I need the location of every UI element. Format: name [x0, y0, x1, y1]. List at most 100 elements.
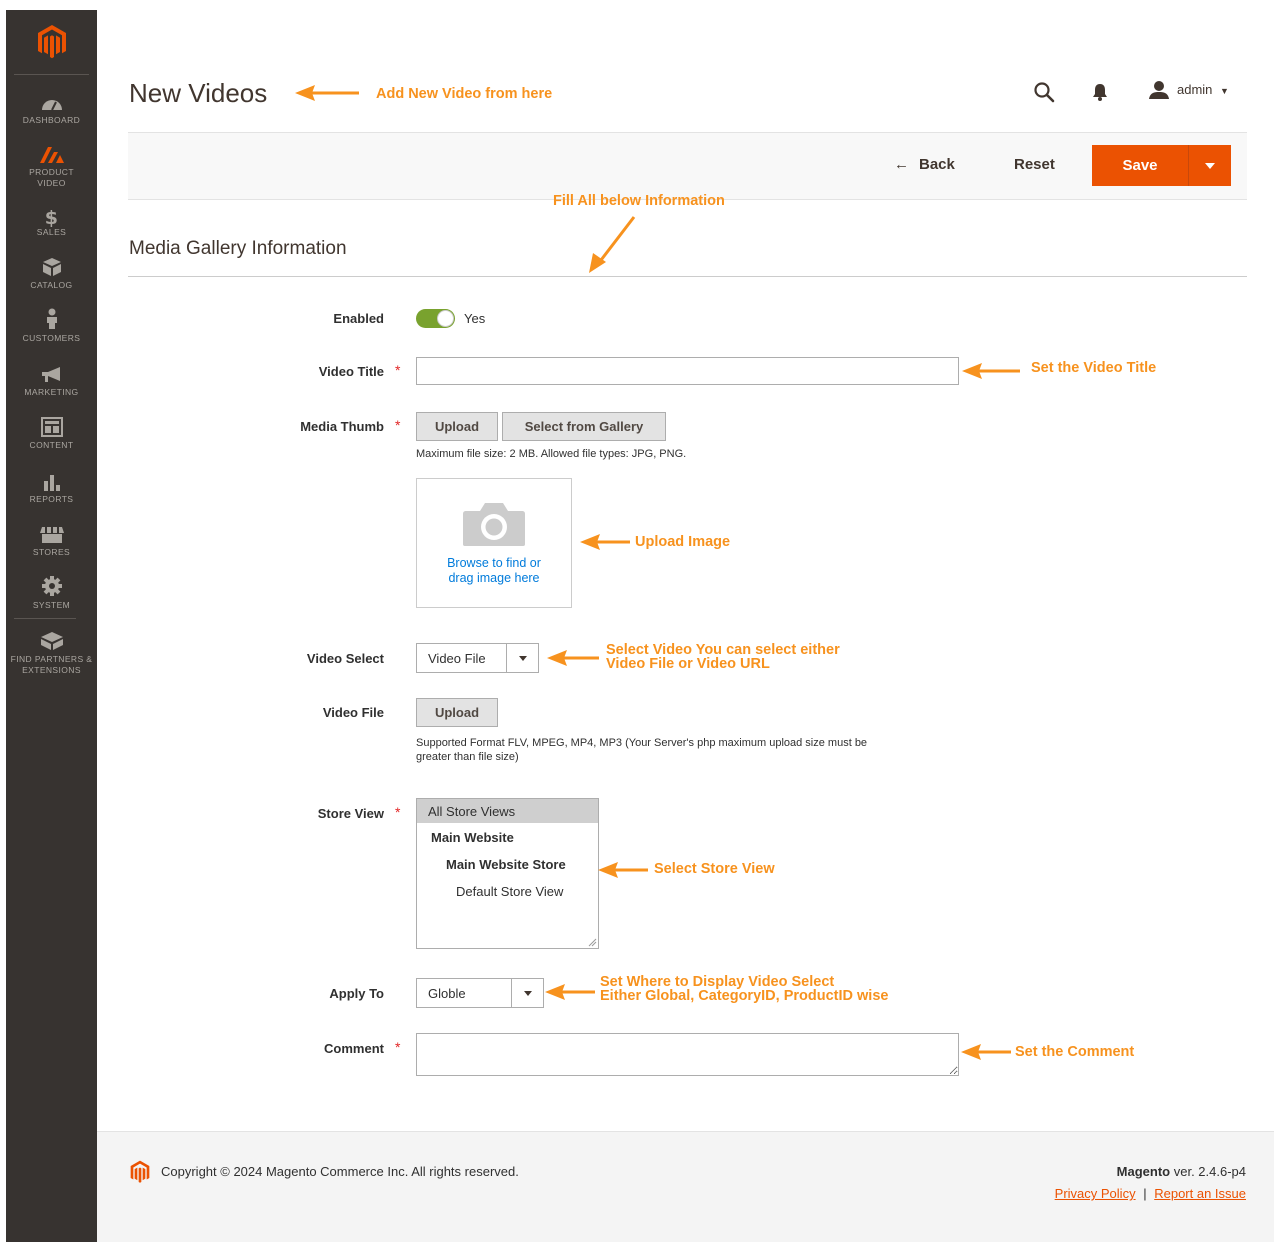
user-icon[interactable]	[1148, 80, 1170, 100]
sidebar-divider	[14, 618, 76, 619]
annotation-arrow-icon	[545, 984, 595, 1000]
magento-footer-logo-icon	[130, 1160, 150, 1183]
person-icon	[45, 306, 59, 330]
thumb-note: Maximum file size: 2 MB. Allowed file ty…	[416, 448, 687, 460]
bell-icon[interactable]	[1091, 82, 1109, 102]
resize-handle-icon[interactable]	[587, 937, 597, 947]
annotation-arrow-icon	[961, 1044, 1011, 1060]
store-option-default[interactable]: Default Store View	[456, 884, 563, 899]
magento-logo-icon	[37, 25, 66, 59]
sidebar-item-system[interactable]: SYSTEM	[6, 573, 97, 611]
sidebar-item-label: CUSTOMERS	[22, 333, 81, 343]
sidebar-item-stores[interactable]: STORES	[6, 520, 97, 558]
sidebar-item-label: MARKETING	[24, 387, 79, 397]
back-button[interactable]: ← Back	[894, 156, 955, 173]
report-issue-link[interactable]: Report an Issue	[1154, 1186, 1246, 1201]
annotation-select-store: Select Store View	[654, 861, 775, 877]
browse-line-1: Browse to find or	[447, 556, 541, 570]
video-upload-button[interactable]: Upload	[416, 698, 498, 727]
toggle-knob	[437, 310, 454, 327]
sidebar-item-label: FIND PARTNERS & EXTENSIONS	[10, 654, 93, 675]
search-icon[interactable]	[1033, 81, 1055, 103]
media-thumb-label: Media Thumb	[300, 419, 384, 434]
annotation-select-video-2: Video File or Video URL	[606, 656, 770, 672]
annotation-apply-to-1: Set Where to Display Video Select	[600, 974, 835, 990]
apply-to-label: Apply To	[329, 986, 384, 1001]
store-icon	[39, 520, 65, 544]
save-button[interactable]: Save	[1092, 145, 1188, 186]
store-view-label: Store View	[317, 806, 384, 821]
comment-label: Comment	[324, 1041, 384, 1056]
sidebar-item-marketing[interactable]: MARKETING	[6, 360, 97, 398]
sidebar-item-label: SYSTEM	[32, 600, 71, 610]
footer-version-number: ver. 2.4.6-p4	[1170, 1164, 1246, 1179]
select-from-gallery-button[interactable]: Select from Gallery	[502, 412, 666, 441]
annotation-set-comment: Set the Comment	[1015, 1044, 1135, 1060]
reset-button[interactable]: Reset	[1014, 156, 1055, 173]
enabled-value: Yes	[464, 311, 486, 326]
bar-chart-icon	[42, 467, 62, 491]
save-split-toggle[interactable]	[1188, 145, 1231, 186]
enabled-label: Enabled	[333, 311, 384, 326]
sidebar-item-label: PRODUCT VIDEO	[29, 167, 74, 188]
annotation-select-video-1: Select Video You can select either	[606, 642, 840, 658]
store-view-multiselect[interactable]: All Store Views Main Website Main Websit…	[416, 798, 599, 949]
annotation-arrow-icon	[589, 216, 636, 273]
caret-down-icon: ▼	[1220, 86, 1229, 96]
dashboard-icon	[41, 88, 63, 112]
back-label: Back	[919, 156, 955, 173]
dollar-icon: $	[44, 207, 59, 229]
box-icon	[42, 253, 62, 277]
sidebar-item-find-partners-extensions[interactable]: FIND PARTNERS & EXTENSIONS	[6, 627, 97, 676]
required-mark: *	[395, 362, 401, 378]
arrow-left-icon: ←	[894, 156, 909, 173]
sidebar-item-reports[interactable]: REPORTS	[6, 467, 97, 505]
section-divider	[128, 276, 1247, 277]
sidebar-item-dashboard[interactable]: DASHBOARD	[6, 88, 97, 126]
sidebar-item-label: DASHBOARD	[22, 115, 81, 125]
layout-icon	[40, 413, 63, 437]
sidebar-item-content[interactable]: CONTENT	[6, 413, 97, 451]
comment-textarea[interactable]	[416, 1033, 959, 1076]
sidebar-item-sales[interactable]: $ SALES	[6, 200, 97, 238]
required-mark: *	[395, 1039, 401, 1055]
sidebar-item-customers[interactable]: CUSTOMERS	[6, 306, 97, 344]
store-option-website: Main Website	[431, 830, 514, 845]
footer-links: Privacy Policy | Report an Issue	[1055, 1186, 1246, 1201]
sidebar-item-catalog[interactable]: CATALOG	[6, 253, 97, 291]
store-option-all[interactable]: All Store Views	[428, 804, 515, 819]
annotation-arrow-icon	[580, 534, 630, 550]
sidebar-item-label: CONTENT	[29, 440, 74, 450]
enabled-toggle[interactable]	[416, 309, 455, 328]
page-title: New Videos	[129, 78, 268, 108]
thumb-upload-button[interactable]: Upload	[416, 412, 498, 441]
video-title-label: Video Title	[318, 364, 384, 379]
sidebar-item-label: SALES	[36, 227, 67, 237]
required-mark: *	[395, 417, 401, 433]
video-select-dropdown[interactable]: Video File	[416, 643, 539, 673]
browse-line-2: drag image here	[448, 571, 540, 585]
sidebar-item-label: STORES	[32, 547, 71, 557]
product-video-icon	[38, 140, 66, 164]
footer-version: Magento ver. 2.4.6-p4	[1117, 1164, 1246, 1179]
sidebar-item-product-video[interactable]: PRODUCT VIDEO	[6, 140, 97, 189]
store-option-store: Main Website Store	[446, 857, 566, 872]
gear-icon	[41, 573, 63, 597]
magento-logo[interactable]	[14, 10, 89, 75]
sidebar-item-label: CATALOG	[30, 280, 73, 290]
video-title-input[interactable]	[416, 357, 959, 385]
page-actions-bar	[128, 132, 1247, 200]
admin-menu[interactable]: admin ▼	[1177, 82, 1229, 97]
annotation-arrow-icon	[547, 650, 599, 666]
browse-text[interactable]: Browse to find or drag image here	[417, 556, 571, 586]
video-note-line-2: greater than file size)	[416, 751, 519, 763]
annotation-upload-image: Upload Image	[635, 534, 731, 550]
camera-icon	[463, 503, 525, 546]
privacy-policy-link[interactable]: Privacy Policy	[1055, 1186, 1136, 1201]
image-dropzone[interactable]: Browse to find or drag image here	[416, 478, 572, 608]
apply-to-dropdown[interactable]: Globle	[416, 978, 544, 1008]
megaphone-icon	[40, 360, 64, 384]
video-note-line-1: Supported Format FLV, MPEG, MP4, MP3 (Yo…	[416, 737, 868, 749]
video-select-value: Video File	[428, 651, 486, 666]
footer-copyright: Copyright © 2024 Magento Commerce Inc. A…	[161, 1164, 519, 1179]
